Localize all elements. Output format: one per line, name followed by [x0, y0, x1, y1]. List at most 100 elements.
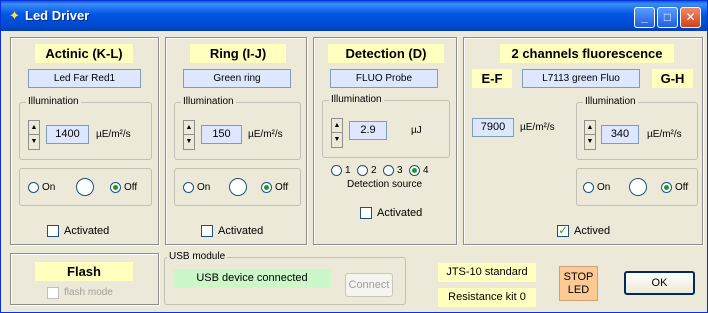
detection-value-input[interactable]: 2.9: [349, 121, 387, 140]
ring-activated-label: Activated: [218, 225, 264, 237]
detection-activated-label: Activated: [377, 207, 423, 219]
fluorescence-on-radio[interactable]: [583, 182, 594, 193]
stop-led-line2: LED: [567, 284, 590, 296]
actinic-on-label: On: [42, 182, 56, 193]
actinic-spinner[interactable]: ▲ ▼: [28, 120, 40, 150]
actinic-led-field: Led Far Red1: [28, 69, 141, 88]
spin-down-icon[interactable]: ▼: [184, 135, 194, 149]
window-title: Led Driver: [25, 8, 90, 23]
maximize-button[interactable]: □: [657, 7, 678, 28]
fluorescence-off-radio[interactable]: [661, 182, 672, 193]
ring-illumination-group: Illumination ▲ ▼ 150 µE/m²/s: [174, 96, 301, 160]
client-area: Actinic (K-L) Led Far Red1 Illumination …: [4, 31, 704, 311]
source-2-radio[interactable]: [357, 165, 368, 176]
spin-up-icon[interactable]: ▲: [29, 121, 39, 135]
flash-panel: Flash flash mode: [10, 253, 159, 305]
fluorescence-header: 2 channels fluorescence: [500, 44, 674, 63]
fluorescence-onoff-group: On Off: [576, 168, 698, 206]
stop-led-button[interactable]: STOP LED: [559, 266, 598, 301]
stop-led-line1: STOP: [563, 271, 594, 283]
channel-ef-value-input[interactable]: 7900: [472, 118, 514, 137]
actinic-value-input[interactable]: 1400: [46, 125, 89, 144]
fluorescence-actived-label: Actived: [574, 225, 611, 237]
ring-indicator-icon: [229, 178, 247, 196]
channel-gh-value-input[interactable]: 340: [601, 125, 639, 144]
spin-up-icon[interactable]: ▲: [332, 119, 342, 133]
source-1-label: 1: [345, 165, 351, 176]
detection-led-field: FLUO Probe: [330, 69, 438, 88]
fluorescence-off-label: Off: [675, 182, 689, 193]
actinic-header: Actinic (K-L): [35, 44, 133, 63]
illumination-label: Illumination: [26, 96, 81, 107]
spin-down-icon[interactable]: ▼: [332, 133, 342, 147]
title-bar[interactable]: ✦ Led Driver _ □ ✕: [1, 1, 707, 31]
actinic-on-radio[interactable]: [28, 182, 39, 193]
ring-activated-checkbox[interactable]: [201, 225, 213, 237]
flash-mode-checkbox[interactable]: [47, 287, 59, 299]
source-1-radio[interactable]: [331, 165, 342, 176]
source-3-radio[interactable]: [383, 165, 394, 176]
actinic-activated-checkbox[interactable]: [47, 225, 59, 237]
flash-mode-label: flash mode: [64, 287, 113, 298]
ring-unit: µE/m²/s: [248, 129, 283, 140]
channel-ef-unit: µE/m²/s: [520, 122, 555, 133]
spin-down-icon[interactable]: ▼: [29, 135, 39, 149]
channel-gh-label: G-H: [652, 69, 693, 88]
actinic-onoff-group: On Off: [19, 168, 152, 206]
source-2-label: 2: [371, 165, 377, 176]
ring-spinner[interactable]: ▲ ▼: [183, 120, 195, 150]
ring-off-label: Off: [275, 182, 289, 193]
detection-activated-checkbox[interactable]: [360, 207, 372, 219]
channel-gh-unit: µE/m²/s: [647, 129, 682, 140]
led-driver-window: ✦ Led Driver _ □ ✕ Actinic (K-L) Led Far…: [0, 0, 708, 313]
actinic-illumination-group: Illumination ▲ ▼ 1400 µE/m²/s: [19, 96, 152, 160]
actinic-off-radio[interactable]: [110, 182, 121, 193]
close-button[interactable]: ✕: [680, 7, 701, 28]
actinic-indicator-icon: [76, 178, 94, 196]
bulb-icon: ✦: [9, 8, 20, 23]
source-4-label: 4: [423, 165, 429, 176]
spin-down-icon[interactable]: ▼: [585, 135, 595, 149]
fluorescence-actived-checkbox[interactable]: ✓: [557, 225, 569, 237]
ring-off-radio[interactable]: [261, 182, 272, 193]
actinic-panel: Actinic (K-L) Led Far Red1 Illumination …: [10, 37, 159, 245]
illumination-label: Illumination: [329, 94, 384, 105]
detection-panel: Detection (D) FLUO Probe Illumination ▲ …: [313, 37, 457, 245]
minimize-button[interactable]: _: [634, 7, 655, 28]
ring-value-input[interactable]: 150: [201, 125, 242, 144]
ring-header: Ring (I-J): [190, 44, 286, 63]
spin-up-icon[interactable]: ▲: [184, 121, 194, 135]
source-4-radio[interactable]: [409, 165, 420, 176]
fluorescence-spinner[interactable]: ▲ ▼: [584, 120, 596, 150]
usb-status-field: USB device connected: [173, 269, 331, 288]
connect-button[interactable]: Connect: [345, 273, 393, 297]
usb-module-group: USB module USB device connected Connect: [164, 251, 406, 305]
illumination-label: Illumination: [181, 96, 236, 107]
source-3-label: 3: [397, 165, 403, 176]
actinic-off-label: Off: [124, 182, 138, 193]
detection-illumination-group: Illumination ▲ ▼ 2.9 µJ: [322, 94, 450, 158]
actinic-unit: µE/m²/s: [96, 129, 131, 140]
actinic-activated-label: Activated: [64, 225, 110, 237]
spin-up-icon[interactable]: ▲: [585, 121, 595, 135]
channel-ef-label: E-F: [472, 69, 512, 88]
detection-unit: µJ: [411, 125, 422, 136]
fluorescence-led-field: L7113 green Fluo: [522, 69, 640, 88]
fluorescence-on-label: On: [597, 182, 611, 193]
detection-spinner[interactable]: ▲ ▼: [331, 118, 343, 148]
fluorescence-illumination-group: Illumination ▲ ▼ 340 µE/m²/s: [576, 96, 698, 160]
illumination-label: Illumination: [583, 96, 638, 107]
fluorescence-panel: 2 channels fluorescence E-F L7113 green …: [463, 37, 703, 245]
detection-header: Detection (D): [328, 44, 444, 63]
ring-onoff-group: On Off: [174, 168, 301, 206]
ring-on-radio[interactable]: [183, 182, 194, 193]
resistance-kit-label: Resistance kit 0: [438, 288, 536, 307]
fluorescence-indicator-icon: [629, 178, 647, 196]
standard-label: JTS-10 standard: [438, 263, 536, 282]
ring-on-label: On: [197, 182, 211, 193]
ok-button[interactable]: OK: [624, 271, 695, 295]
flash-header: Flash: [35, 262, 133, 281]
ring-panel: Ring (I-J) Green ring Illumination ▲ ▼ 1…: [165, 37, 307, 245]
usb-module-title: USB module: [167, 251, 228, 262]
ring-led-field: Green ring: [183, 69, 291, 88]
